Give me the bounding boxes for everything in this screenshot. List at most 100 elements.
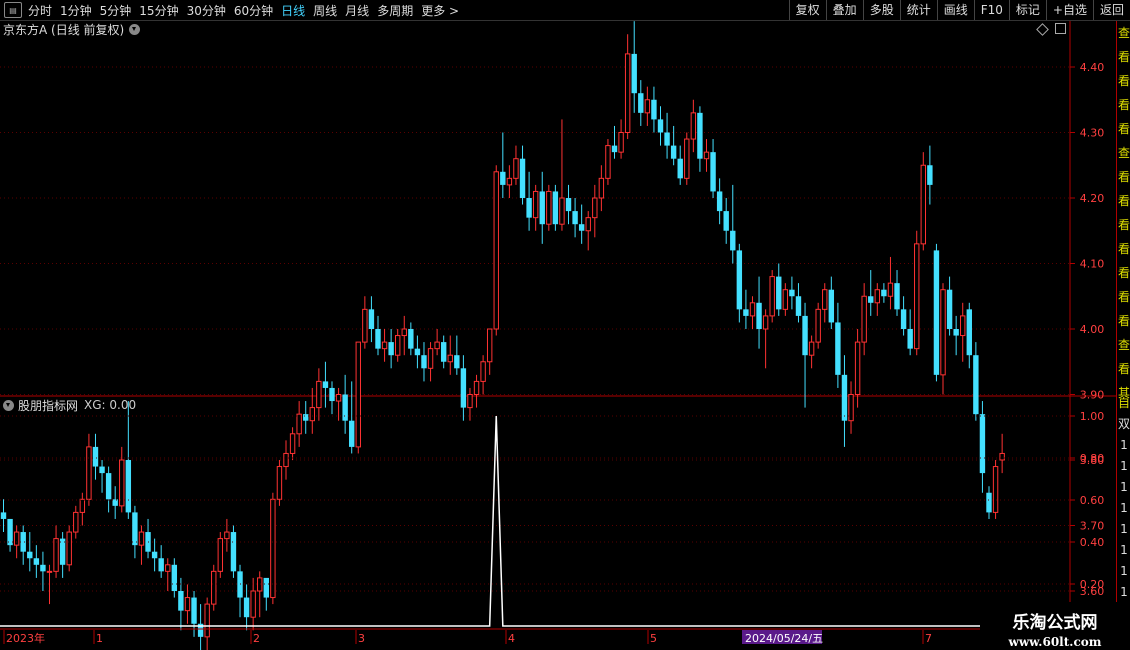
candle-body	[966, 309, 972, 356]
candle-body	[605, 145, 611, 179]
indicator-name[interactable]: 股朋指标网	[18, 397, 78, 414]
side-panel-item[interactable]: 看	[1117, 213, 1130, 237]
candle-body	[473, 380, 480, 395]
period-tab[interactable]: 1分钟	[60, 2, 92, 19]
candle-body	[690, 112, 697, 140]
side-panel-item[interactable]: 看	[1117, 357, 1130, 381]
candle-body	[914, 243, 920, 350]
side-panel-item[interactable]: 看	[1117, 309, 1130, 333]
candle-body	[500, 171, 506, 185]
side-panel-item[interactable]: 1	[1117, 498, 1130, 519]
candle-body	[112, 499, 118, 506]
indicator-tick-label: 0.40	[1080, 536, 1105, 549]
side-panel-item[interactable]: 1	[1117, 456, 1130, 477]
toolbar-button[interactable]: F10	[973, 0, 1009, 20]
candle-body	[289, 433, 296, 454]
toolbar-button[interactable]: 画线	[936, 0, 974, 20]
candle-body	[716, 191, 723, 212]
indicator-line	[0, 415, 1070, 627]
candle-body	[381, 341, 388, 350]
candle-body	[138, 531, 145, 546]
side-panel-item[interactable]: 1	[1117, 477, 1130, 498]
side-panel-item[interactable]: 看	[1117, 117, 1130, 141]
side-panel-item[interactable]: 看	[1117, 45, 1130, 69]
diamond-icon[interactable]	[1036, 23, 1049, 36]
period-tab[interactable]: 日线	[281, 2, 305, 19]
side-panel[interactable]: 查看看看看查看看看看看看看查看其 自双111111111	[1116, 21, 1130, 650]
side-panel-item[interactable]: 查	[1117, 21, 1130, 45]
price-tick-label: 4.20	[1080, 192, 1105, 205]
toolbar-button[interactable]: 统计	[899, 0, 937, 20]
period-tab[interactable]: 30分钟	[187, 2, 226, 19]
toolbar-button[interactable]: +自选	[1045, 0, 1093, 20]
side-panel-item[interactable]: 看	[1117, 93, 1130, 117]
candle-body	[53, 538, 59, 572]
candle-body	[7, 518, 13, 546]
toolbar-button[interactable]: 复权	[788, 0, 826, 20]
side-panel-item[interactable]: 1	[1117, 561, 1130, 582]
candle-body	[854, 341, 861, 396]
side-panel-item[interactable]: 1	[1117, 582, 1130, 603]
side-panel-item[interactable]: 查	[1117, 141, 1130, 165]
candle-body	[808, 341, 815, 356]
candle-body	[651, 99, 657, 120]
side-panel-item[interactable]: 1	[1117, 519, 1130, 540]
side-panel-item[interactable]: 看	[1117, 189, 1130, 213]
period-tab[interactable]: 15分钟	[139, 2, 178, 19]
candle-body	[0, 512, 7, 519]
candle-body	[802, 315, 808, 356]
toolbar-button[interactable]: 叠加	[825, 0, 863, 20]
candle-body	[440, 342, 447, 362]
candle-body	[539, 191, 545, 225]
side-panel-item[interactable]: 自	[1117, 393, 1130, 414]
side-panel-item[interactable]: 看	[1117, 237, 1130, 261]
candle-body	[697, 112, 703, 159]
side-panel-item[interactable]: 双	[1117, 414, 1130, 435]
chevron-down-icon[interactable]	[3, 399, 14, 411]
side-panel-item[interactable]: 看	[1117, 165, 1130, 189]
candle-body	[513, 158, 519, 179]
toolbar-button[interactable]: 返回	[1092, 0, 1130, 20]
side-panel-item[interactable]: 1	[1117, 540, 1130, 561]
indicator-tick-label: 0.80	[1080, 452, 1105, 465]
candle-body	[585, 217, 591, 232]
side-panel-item[interactable]: 看	[1117, 285, 1130, 309]
candle-body	[349, 420, 355, 447]
side-panel-item[interactable]: 查	[1117, 333, 1130, 357]
candle-body	[408, 329, 414, 349]
candle-body	[296, 413, 302, 435]
candle-body	[480, 361, 486, 382]
candle-body	[40, 564, 46, 572]
candle-body	[552, 191, 559, 225]
menu-icon[interactable]: ▤	[4, 2, 22, 18]
period-tab[interactable]: 多周期	[377, 2, 413, 19]
indicator-tick-label: 0.60	[1080, 494, 1105, 507]
period-tab[interactable]: 5分钟	[100, 2, 132, 19]
candle-body	[736, 250, 743, 310]
candle-body	[105, 473, 112, 500]
side-panel-item[interactable]: 1	[1117, 435, 1130, 456]
period-tab[interactable]: 分时	[28, 2, 52, 19]
candle-body	[743, 309, 749, 316]
candle-body	[447, 354, 453, 363]
period-tab[interactable]: 月线	[345, 2, 369, 19]
candle-body	[638, 93, 644, 113]
toolbar-button[interactable]: 标记	[1008, 0, 1046, 20]
candle-body	[460, 368, 467, 408]
period-toolbar: ▤ 分时 1分钟 5分钟 15分钟 30分钟 60分钟 日线 周线 月线 多周期 更多 > 复权 叠加…	[0, 0, 1130, 21]
period-tab[interactable]: 周线	[313, 2, 337, 19]
side-panel-item[interactable]: 看	[1117, 69, 1130, 93]
side-panel-item[interactable]: 看	[1117, 261, 1130, 285]
candle-body	[86, 446, 92, 500]
period-tab[interactable]: 更多 >	[421, 2, 459, 19]
window-icon[interactable]	[1055, 23, 1066, 34]
period-tab[interactable]: 60分钟	[234, 2, 273, 19]
candle-body	[664, 132, 670, 146]
chevron-down-icon[interactable]	[129, 23, 141, 35]
candle-body	[618, 132, 624, 153]
price-tick-label: 4.00	[1080, 323, 1105, 336]
candle-body	[565, 198, 572, 212]
candle-body	[920, 164, 926, 245]
candle-body	[493, 171, 499, 330]
toolbar-button[interactable]: 多股	[862, 0, 900, 20]
